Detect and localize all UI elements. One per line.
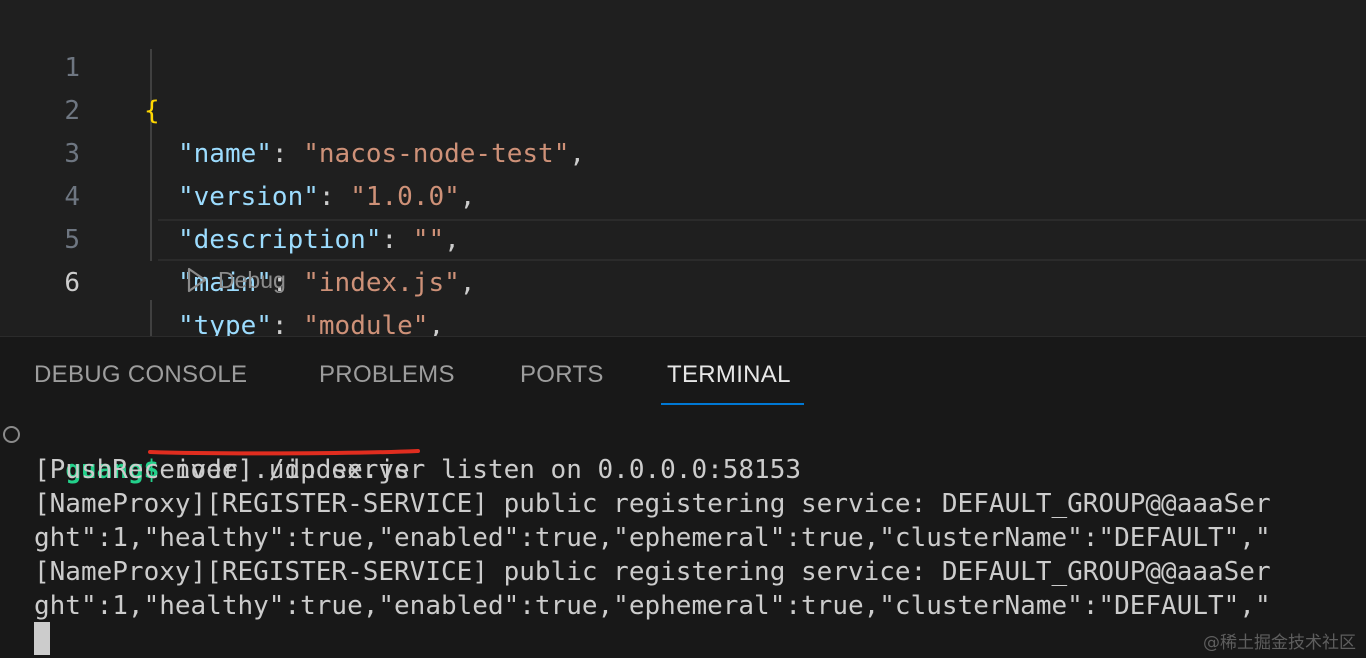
tab-debug-console[interactable]: DEBUG CONSOLE bbox=[34, 361, 247, 401]
watermark: @稀土掘金技术社区 bbox=[1203, 633, 1356, 653]
command-status-circle-icon[interactable] bbox=[3, 426, 20, 443]
terminal-output-line: [NameProxy][REGISTER-SERVICE] public reg… bbox=[34, 557, 1271, 587]
play-outline-icon bbox=[187, 267, 207, 293]
terminal-output-line: [PushReceiver] udp server listen on 0.0.… bbox=[34, 455, 802, 485]
code-line[interactable]: 5 "main": "index.js", bbox=[0, 176, 1366, 298]
terminal-output-line: [NameProxy][REGISTER-SERVICE] public reg… bbox=[34, 489, 1271, 519]
code-line[interactable]: 2 "name": "nacos-node-test", bbox=[0, 47, 1366, 169]
code-line[interactable]: 4 "description": "", bbox=[0, 133, 1366, 255]
code-line[interactable]: 3 "version": "1.0.0", bbox=[0, 90, 1366, 212]
active-tab-indicator bbox=[661, 403, 804, 405]
code-line[interactable]: 7 "scripts": { bbox=[0, 298, 1366, 336]
json-comma: , bbox=[459, 268, 476, 298]
codelens-debug[interactable]: Debug bbox=[186, 262, 286, 298]
tab-ports[interactable]: PORTS bbox=[520, 361, 604, 401]
terminal-cursor[interactable] bbox=[34, 622, 50, 655]
codelens-label: Debug bbox=[218, 266, 286, 293]
code-line[interactable]: 1 { bbox=[0, 4, 1366, 126]
terminal-prompt-line[interactable]: guang$ node ./index.js bbox=[34, 419, 409, 485]
code-line-active[interactable]: 6 "type": "module", bbox=[0, 219, 1366, 336]
tab-problems[interactable]: PROBLEMS bbox=[319, 361, 455, 401]
code-editor[interactable]: 1 { 2 "name": "nacos-node-test", 3 "vers… bbox=[0, 0, 1366, 336]
tab-terminal[interactable]: TERMINAL bbox=[667, 361, 791, 401]
terminal-output-line: ght":1,"healthy":true,"enabled":true,"ep… bbox=[34, 523, 1271, 553]
json-string-value: "index.js" bbox=[303, 268, 460, 298]
terminal-output-line: ght":1,"healthy":true,"enabled":true,"ep… bbox=[34, 591, 1271, 621]
